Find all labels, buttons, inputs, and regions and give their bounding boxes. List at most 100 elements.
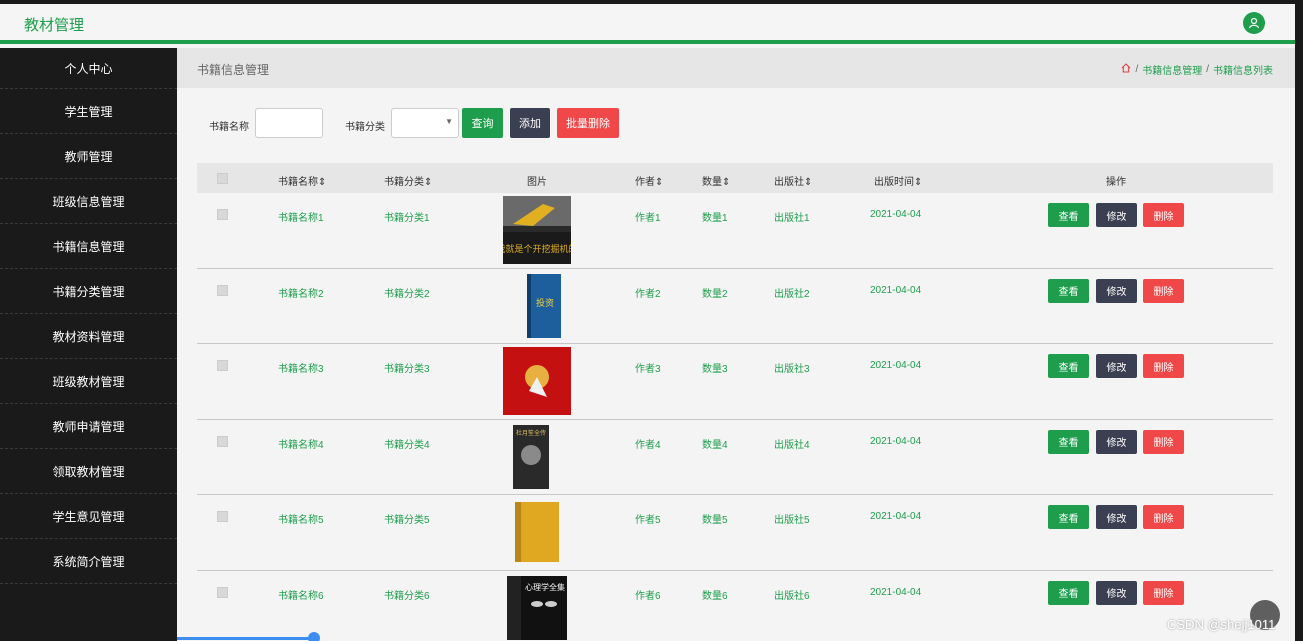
cell-book-category: 书籍分类5 xyxy=(384,515,430,526)
cell-publisher: 出版社6 xyxy=(774,590,810,602)
sidebar-item-system-intro[interactable]: 系统简介管理 xyxy=(0,539,177,584)
table-row: 书籍名称2 书籍分类2 投资 作者2 数量2 出版社2 2021-04-04 查… xyxy=(197,268,1273,344)
sidebar-item-students[interactable]: 学生管理 xyxy=(0,89,177,134)
sidebar-item-label: 教师管理 xyxy=(64,149,113,164)
row-checkbox[interactable] xyxy=(217,209,228,220)
cell-book-category: 书籍分类3 xyxy=(384,364,430,375)
cell-publish-date: 2021-04-04 xyxy=(870,586,922,598)
cell-author: 作者4 xyxy=(635,439,661,451)
delete-button[interactable]: 删除 xyxy=(1143,203,1184,227)
row-checkbox[interactable] xyxy=(217,435,228,447)
book-cover-title: 我就是个开挖掘机的 xyxy=(503,243,571,255)
query-button[interactable]: 查询 xyxy=(462,108,503,138)
sidebar-item-label: 班级教材管理 xyxy=(52,374,125,389)
column-header-actions: 操作 xyxy=(1106,177,1126,188)
cell-book-category: 书籍分类4 xyxy=(384,439,430,451)
breadcrumb-bar: 书籍信息管理 / 书籍信息管理 / 书籍信息列表 xyxy=(177,48,1295,88)
user-avatar-icon[interactable] xyxy=(1243,12,1265,34)
sidebar-item-label: 系统简介管理 xyxy=(52,554,125,569)
cell-author: 作者3 xyxy=(635,364,661,375)
view-button[interactable]: 查看 xyxy=(1048,429,1089,454)
cell-book-name: 书籍名称2 xyxy=(278,288,324,300)
book-cover-title: 杜月笙全传 xyxy=(516,429,546,437)
sidebar-item-student-feedback[interactable]: 学生意见管理 xyxy=(0,494,177,539)
sidebar-item-book-info[interactable]: 书籍信息管理 xyxy=(0,224,177,269)
row-checkbox[interactable] xyxy=(217,511,228,522)
edit-button[interactable]: 修改 xyxy=(1096,429,1137,454)
sidebar-item-book-category[interactable]: 书籍分类管理 xyxy=(0,269,177,314)
sidebar-item-label: 书籍分类管理 xyxy=(52,284,125,299)
column-header-publish-date[interactable]: 出版时间⇕ xyxy=(874,173,922,188)
app-title: 教材管理 xyxy=(24,17,85,34)
row-checkbox[interactable] xyxy=(217,360,228,371)
delete-button[interactable]: 删除 xyxy=(1143,429,1184,454)
edit-button[interactable]: 修改 xyxy=(1096,354,1137,378)
book-cover-image: 投资 xyxy=(503,271,571,340)
cell-book-category: 书籍分类6 xyxy=(384,590,430,602)
book-category-label: 书籍分类 xyxy=(345,122,385,133)
delete-button[interactable]: 删除 xyxy=(1143,278,1184,303)
cell-publisher: 出版社1 xyxy=(774,213,810,224)
book-name-label: 书籍名称 xyxy=(209,122,249,133)
view-button[interactable]: 查看 xyxy=(1048,203,1089,227)
sidebar-item-label: 领取教材管理 xyxy=(52,464,125,479)
table-row: 书籍名称6 书籍分类6 心理学全集 作者6 数量6 出版社6 2021-04-0… xyxy=(197,570,1273,641)
column-header-author[interactable]: 作者⇕ xyxy=(635,173,663,188)
book-cover-title: 投资 xyxy=(536,297,554,309)
cell-book-name: 书籍名称5 xyxy=(278,515,324,526)
breadcrumb-item-book-info[interactable]: 书籍信息管理 xyxy=(1142,62,1202,77)
add-button[interactable]: 添加 xyxy=(510,108,550,138)
edit-button[interactable]: 修改 xyxy=(1096,278,1137,303)
row-checkbox[interactable] xyxy=(217,284,228,296)
delete-button[interactable]: 删除 xyxy=(1143,505,1184,529)
column-header-quantity[interactable]: 数量⇕ xyxy=(702,173,730,188)
cell-quantity: 数量2 xyxy=(702,288,728,300)
home-icon[interactable] xyxy=(1121,63,1131,76)
edit-button[interactable]: 修改 xyxy=(1096,203,1137,227)
select-all-checkbox[interactable] xyxy=(217,173,228,184)
cell-book-name: 书籍名称3 xyxy=(278,364,324,375)
column-header-category[interactable]: 书籍分类⇕ xyxy=(384,173,432,188)
sidebar-item-label: 学生管理 xyxy=(64,104,113,119)
cell-book-category: 书籍分类2 xyxy=(384,288,430,300)
cell-publisher: 出版社5 xyxy=(774,515,810,526)
cell-book-name: 书籍名称1 xyxy=(278,213,324,224)
view-button[interactable]: 查看 xyxy=(1048,505,1089,529)
progress-knob[interactable] xyxy=(308,632,320,641)
cell-author: 作者5 xyxy=(635,515,661,526)
table-row: 书籍名称4 书籍分类4 杜月笙全传 作者4 数量4 出版社4 2021-04-0… xyxy=(197,419,1273,495)
book-cover-image: 杜月笙全传 xyxy=(503,422,571,491)
cell-author: 作者6 xyxy=(635,590,661,602)
watermark-text: CSDN @shejj1011 xyxy=(1167,617,1276,632)
edit-button[interactable]: 修改 xyxy=(1096,505,1137,529)
edit-button[interactable]: 修改 xyxy=(1096,580,1137,605)
sidebar-item-textbook-pickup[interactable]: 领取教材管理 xyxy=(0,449,177,494)
book-name-input[interactable] xyxy=(255,108,323,138)
book-cover-image: 心理学全集 xyxy=(503,573,571,641)
batch-delete-button[interactable]: 批量删除 xyxy=(557,108,619,138)
delete-button[interactable]: 删除 xyxy=(1143,354,1184,378)
sidebar-item-textbook-materials[interactable]: 教材资料管理 xyxy=(0,314,177,359)
window-edge xyxy=(1295,4,1303,641)
page-title: 书籍信息管理 xyxy=(197,63,270,77)
sidebar-item-label: 书籍信息管理 xyxy=(52,239,125,254)
books-table: 书籍名称⇕ 书籍分类⇕ 图片 作者⇕ 数量⇕ 出版社⇕ 出版时间⇕ 操作 书籍名… xyxy=(197,163,1273,641)
cell-quantity: 数量3 xyxy=(702,364,728,375)
column-header-publisher[interactable]: 出版社⇕ xyxy=(774,173,812,188)
view-button[interactable]: 查看 xyxy=(1048,278,1089,303)
loading-progress-bar xyxy=(177,637,313,640)
sidebar-item-teacher-requests[interactable]: 教师申请管理 xyxy=(0,404,177,449)
sidebar-item-personal-center[interactable]: 个人中心 xyxy=(0,48,177,89)
book-category-select[interactable]: ▼ xyxy=(391,108,459,138)
view-button[interactable]: 查看 xyxy=(1048,580,1089,605)
view-button[interactable]: 查看 xyxy=(1048,354,1089,378)
breadcrumb-separator: / xyxy=(1206,64,1209,75)
delete-button[interactable]: 删除 xyxy=(1143,580,1184,605)
row-checkbox[interactable] xyxy=(217,586,228,598)
sidebar-item-class-info[interactable]: 班级信息管理 xyxy=(0,179,177,224)
column-header-name[interactable]: 书籍名称⇕ xyxy=(278,173,326,188)
table-header: 书籍名称⇕ 书籍分类⇕ 图片 作者⇕ 数量⇕ 出版社⇕ 出版时间⇕ 操作 xyxy=(197,163,1273,193)
cell-publisher: 出版社2 xyxy=(774,288,810,300)
sidebar-item-class-textbooks[interactable]: 班级教材管理 xyxy=(0,359,177,404)
sidebar-item-teachers[interactable]: 教师管理 xyxy=(0,134,177,179)
